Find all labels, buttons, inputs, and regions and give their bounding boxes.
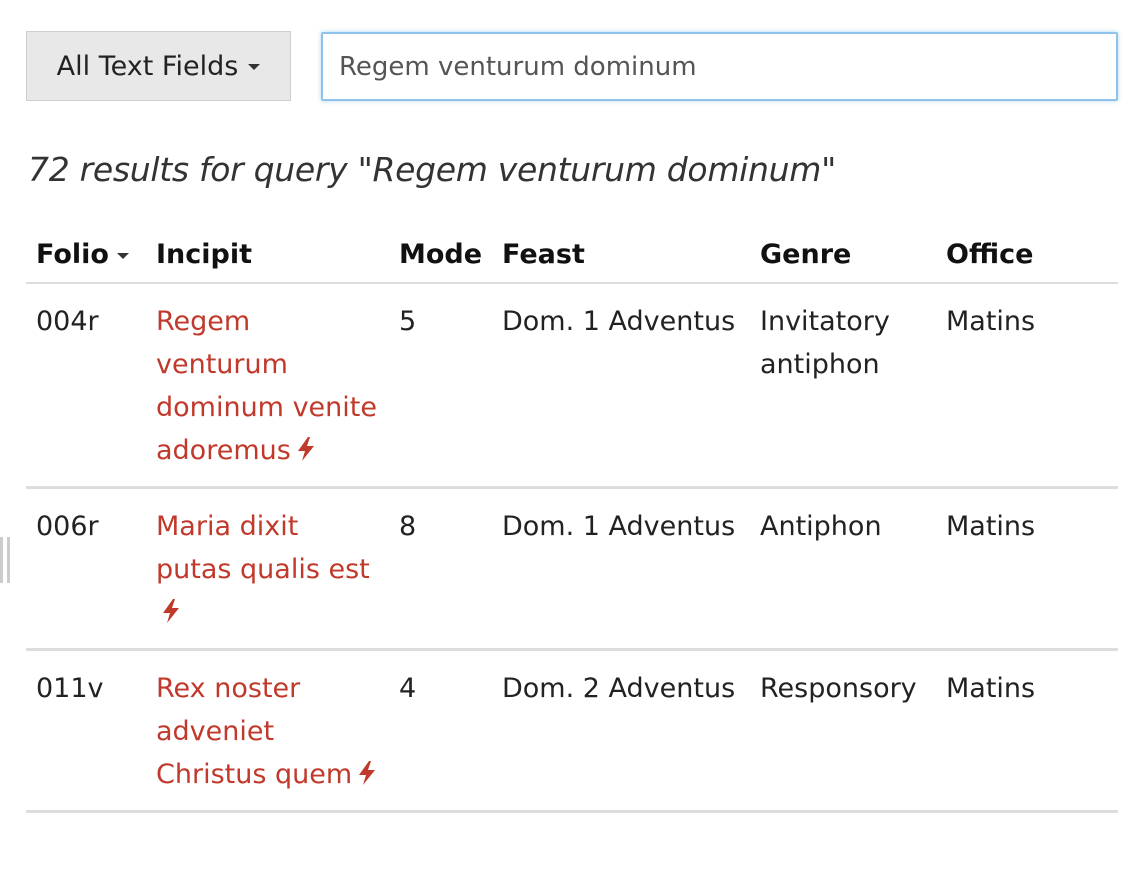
column-header-feast[interactable]: Feast: [492, 222, 750, 284]
table-row: 006r Maria dixit putas qualis est 8 Dom.…: [26, 487, 1118, 651]
search-bar: All Text Fields: [26, 31, 1118, 103]
incipit-link[interactable]: Maria dixit putas qualis est: [156, 511, 370, 585]
office-cell: Matins: [936, 283, 1118, 489]
genre-cell: Antiphon: [750, 487, 936, 651]
genre-cell: Invitatory antiphon: [750, 283, 936, 489]
feast-cell: Dom. 1 Adventus: [492, 283, 750, 489]
incipit-link[interactable]: Rex noster adveniet Christus quem: [156, 673, 352, 790]
incipit-cell: Rex noster adveniet Christus quem: [146, 649, 389, 813]
column-header-mode[interactable]: Mode: [389, 222, 492, 284]
mode-cell: 4: [389, 649, 492, 813]
sort-caret-down-icon: [116, 252, 129, 259]
mode-cell: 5: [389, 283, 492, 489]
resize-handle[interactable]: [0, 537, 10, 583]
incipit-cell: Maria dixit putas qualis est: [146, 487, 389, 651]
lightning-bolt-icon[interactable]: [160, 598, 182, 624]
column-header-folio[interactable]: Folio: [26, 222, 146, 284]
incipit-cell: Regem venturum dominum venite adoremus: [146, 283, 389, 489]
office-cell: Matins: [936, 487, 1118, 651]
office-cell: Matins: [936, 649, 1118, 813]
folio-cell: 011v: [26, 649, 146, 813]
table-row: 004r Regem venturum dominum venite adore…: [26, 283, 1118, 489]
folio-cell: 006r: [26, 487, 146, 651]
column-header-office[interactable]: Office: [936, 222, 1118, 284]
search-input[interactable]: [321, 32, 1118, 101]
genre-cell: Responsory: [750, 649, 936, 813]
results-summary: 72 results for query "Regem venturum dom…: [28, 150, 836, 189]
results-table: Folio Incipit Mode Feast Genre Office 00…: [26, 222, 1118, 813]
feast-cell: Dom. 2 Adventus: [492, 649, 750, 813]
column-header-genre[interactable]: Genre: [750, 222, 936, 284]
column-header-incipit[interactable]: Incipit: [146, 222, 389, 284]
table-header-row: Folio Incipit Mode Feast Genre Office: [26, 222, 1118, 284]
field-select-label: All Text Fields: [56, 50, 239, 82]
mode-cell: 8: [389, 487, 492, 651]
table-row: 011v Rex noster adveniet Christus quem 4…: [26, 649, 1118, 813]
field-select-dropdown[interactable]: All Text Fields: [26, 31, 291, 101]
caret-down-icon: [248, 64, 261, 70]
incipit-link[interactable]: Regem venturum dominum venite adoremus: [156, 306, 377, 466]
lightning-bolt-icon[interactable]: [295, 436, 317, 462]
folio-cell: 004r: [26, 283, 146, 489]
lightning-bolt-icon[interactable]: [356, 760, 378, 786]
feast-cell: Dom. 1 Adventus: [492, 487, 750, 651]
